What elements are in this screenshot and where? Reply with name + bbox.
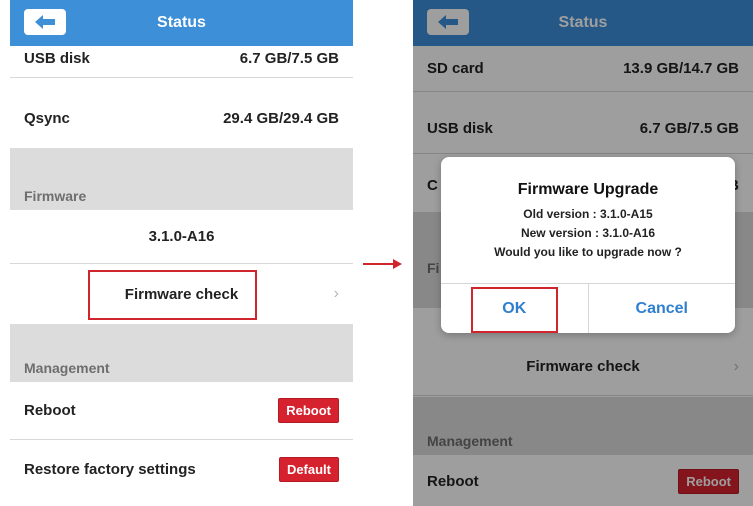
management-section-header: Management (10, 324, 353, 382)
qsync-label: Qsync (24, 109, 70, 127)
firmware-version: 3.1.0-A16 (148, 228, 215, 245)
usb-disk-value: 6.7 GB/7.5 GB (239, 50, 339, 67)
qsync-row: Qsync 29.4 GB/29.4 GB (10, 92, 353, 144)
reboot-label: Reboot (24, 402, 76, 419)
left-phone-screen: Status USB disk 6.7 GB/7.5 GB Qsync 29.4… (10, 0, 353, 498)
right-phone-screen: Status SD card 13.9 GB/14.7 GB USB disk … (413, 0, 753, 506)
firmware-version-row: 3.1.0-A16 (10, 210, 353, 264)
chevron-right-icon: › (333, 285, 339, 302)
old-version-text: Old version : 3.1.0-A15 (523, 207, 653, 221)
page-title: Status (157, 14, 206, 31)
usb-disk-label: USB disk (24, 50, 90, 67)
restore-factory-row: Restore factory settings Default (10, 441, 353, 498)
firmware-check-highlight (88, 270, 257, 320)
dialog-title: Firmware Upgrade (517, 181, 659, 198)
upgrade-question: Would you like to upgrade now ? (494, 245, 682, 259)
restore-factory-label: Restore factory settings (24, 461, 196, 478)
status-header: Status (10, 0, 353, 46)
arrow-left-icon (35, 15, 55, 29)
reboot-button[interactable]: Reboot (278, 398, 339, 423)
ok-button-highlight (471, 287, 558, 333)
cancel-button[interactable]: Cancel (587, 284, 736, 333)
default-button[interactable]: Default (278, 457, 339, 482)
management-section-label: Management (24, 360, 110, 376)
qsync-value: 29.4 GB/29.4 GB (223, 109, 339, 127)
firmware-section-label: Firmware (24, 188, 87, 204)
reboot-row: Reboot Reboot (10, 382, 353, 440)
new-version-text: New version : 3.1.0-A16 (520, 226, 656, 240)
back-button[interactable] (24, 9, 66, 35)
arrow-right-icon (363, 259, 402, 269)
firmware-section-header: Firmware (10, 148, 353, 210)
